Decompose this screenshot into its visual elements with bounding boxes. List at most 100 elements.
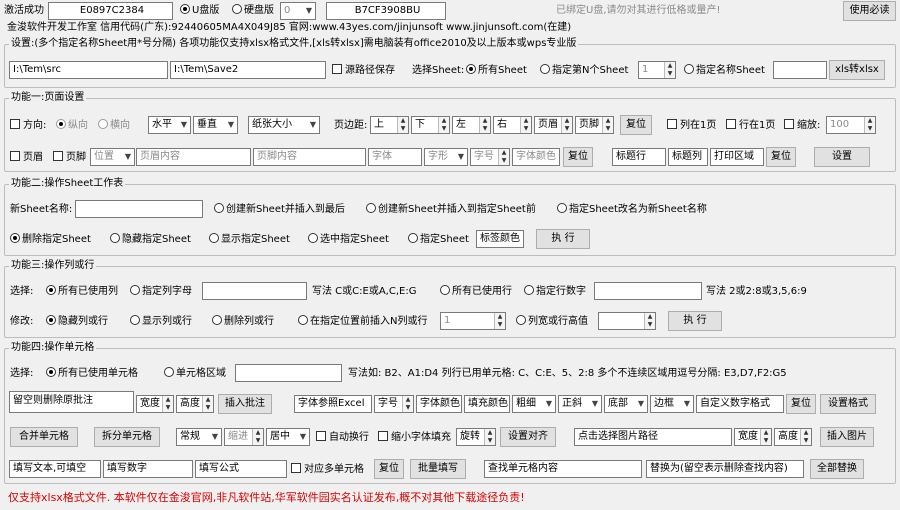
row-col-execute-button[interactable]: 执 行 [668,311,722,331]
size-rc-radio[interactable]: 列宽或行高值 [516,315,588,329]
insert-count-spinner[interactable]: 1 ▲ ▼ [440,312,506,330]
title-row-input[interactable]: 标题行 [612,148,666,166]
cols-one-page-checkbox[interactable]: 列在1页 [667,119,716,133]
fill-color-box[interactable]: 填充颜色 [464,395,510,413]
new-sheet-name-input[interactable] [75,200,203,218]
cols-input[interactable] [202,282,307,300]
size-value-spinner[interactable]: ▲ ▼ [598,312,656,330]
cell-range-radio[interactable]: 单元格区域 [164,367,226,381]
show-sheet-radio[interactable]: 显示指定Sheet [209,233,290,247]
fill-formula-input[interactable]: 填写公式 [195,460,287,478]
tab-color-box[interactable]: 标签颜色 [476,230,524,248]
image-height-spinner[interactable]: 高度 ▲ ▼ [774,428,812,446]
used-rows-radio[interactable]: 所有已使用行 [440,285,512,299]
image-path-input[interactable]: 点击选择图片路径 [574,428,732,446]
xls-to-xlsx-button[interactable]: xls转xlsx [829,60,885,80]
insert-comment-button[interactable]: 插入批注 [218,394,272,414]
print-area-input[interactable]: 打印区域 [710,148,764,166]
zoom-checkbox[interactable]: 缩放: [784,119,820,133]
wrap-text-checkbox[interactable]: 自动换行 [316,431,369,445]
comment-height-spinner[interactable]: 高度 ▲ ▼ [176,395,214,413]
print-reset-button[interactable]: 复位 [766,147,796,167]
set-alignment-button[interactable]: 设置对齐 [500,427,556,447]
replace-all-button[interactable]: 全部替换 [810,459,864,479]
used-cols-radio[interactable]: 所有已使用列 [46,285,118,299]
border-select[interactable]: 边框 ▼ [650,395,694,413]
position-select[interactable]: 位置 ▼ [90,148,135,166]
margin-left-spinner[interactable]: 左 ▲ ▼ [452,116,491,134]
replace-content-input[interactable]: 替换为(留空表示删除查找内容) [646,460,804,478]
margin-header-spinner[interactable]: 页眉 ▲ ▼ [534,116,573,134]
create-last-radio[interactable]: 创建新Sheet并插入到最后 [214,203,345,217]
each-cell-checkbox[interactable]: 对应多单元格 [291,463,364,477]
title-col-input[interactable]: 标题列 [668,148,708,166]
sheet-execute-button[interactable]: 执 行 [536,229,590,249]
hide-rc-radio[interactable]: 隐藏列或行 [46,315,108,329]
insert-rc-radio[interactable]: 在指定位置前插入N列或行 [298,315,427,329]
font-size-spinner[interactable]: 字号 ▲ ▼ [470,148,510,166]
comment-width-spinner[interactable]: 宽度 ▲ ▼ [136,395,174,413]
hdisk-radio[interactable]: 硬盘版 [232,4,274,18]
margin-right-spinner[interactable]: 右 ▲ ▼ [493,116,532,134]
custom-format-input[interactable]: 自定义数字格式 [696,395,784,413]
paper-size-select[interactable]: 纸张大小 ▼ [248,116,320,134]
margin-bottom-spinner[interactable]: 下 ▲ ▼ [411,116,450,134]
nth-sheet-radio[interactable]: 指定第N个Sheet [540,64,628,78]
merge-cells-button[interactable]: 合并单元格 [10,427,78,447]
shrink-fit-checkbox[interactable]: 缩小字体填充 [378,431,451,445]
header-checkbox[interactable]: 页眉 [10,151,43,165]
unmerge-cells-button[interactable]: 拆分单元格 [94,427,160,447]
landscape-radio[interactable]: 横向 [98,119,130,133]
delete-rc-radio[interactable]: 删除列或行 [212,315,274,329]
comment-input[interactable]: 留空则删除原批注 [9,391,134,413]
help-button[interactable]: 使用必读 [843,1,896,21]
set-format-button[interactable]: 设置格式 [820,394,876,414]
fill-reset-button[interactable]: 复位 [374,459,404,479]
cell-font-size-spinner[interactable]: 字号 ▲ ▼ [374,395,414,413]
font-color-box[interactable]: 字体颜色 [512,148,560,166]
margin-top-spinner[interactable]: 上 ▲ ▼ [370,116,409,134]
udisk-radio[interactable]: U盘版 [180,4,219,18]
find-content-input[interactable]: 查找单元格内容 [484,460,642,478]
serial-field-2[interactable]: B7CF3908BU [326,2,446,20]
portrait-radio[interactable]: 纵向 [56,119,88,133]
font-ref-input[interactable]: 字体参照Excel [294,395,372,413]
horizontal-align-select[interactable]: 水平 ▼ [148,116,191,134]
zoom-spinner[interactable]: 100 ▲ ▼ [826,116,876,134]
hdisk-select[interactable]: 0 ▼ [280,2,316,20]
rename-sheet-radio[interactable]: 指定Sheet改名为新Sheet名称 [557,203,707,217]
fill-number-input[interactable]: 填写数字 [103,460,193,478]
font-input[interactable]: 字体 [368,148,422,166]
create-before-radio[interactable]: 创建新Sheet并插入到指定Sheet前 [366,203,536,217]
rotate-spinner[interactable]: 旋转 ▲ ▼ [456,428,496,446]
used-cells-radio[interactable]: 所有已使用单元格 [46,367,138,381]
margin-footer-spinner[interactable]: 页脚 ▲ ▼ [575,116,614,134]
all-sheet-radio[interactable]: 所有Sheet [466,64,527,78]
source-path-input[interactable]: I:\Tem\src [9,61,168,79]
image-width-spinner[interactable]: 宽度 ▲ ▼ [734,428,772,446]
page-setup-apply-button[interactable]: 设置 [814,147,870,167]
format-reset-button[interactable]: 复位 [786,394,816,414]
save-path-input[interactable]: I:\Tem\Save2 [170,61,326,79]
keep-source-checkbox[interactable]: 源路径保存 [332,64,395,78]
fill-text-input[interactable]: 填写文本,可填空 [9,460,101,478]
vertical-position-select[interactable]: 底部 ▼ [604,395,648,413]
nth-sheet-spinner[interactable]: 1 ▲ ▼ [638,61,676,79]
indent-spinner[interactable]: 缩进 ▲ ▼ [224,428,264,446]
font-style-select[interactable]: 字形 ▼ [424,148,468,166]
sheet-name-input[interactable] [773,61,827,79]
delete-sheet-radio[interactable]: 删除指定Sheet [10,233,91,247]
h-align-select[interactable]: 常规 ▼ [176,428,222,446]
footer-content-input[interactable]: 页脚内容 [253,148,366,166]
header-content-input[interactable]: 页眉内容 [136,148,251,166]
show-rc-radio[interactable]: 显示列或行 [130,315,192,329]
serial-field-1[interactable]: E0897C2384 [48,2,173,20]
sheet-tab-color-radio[interactable]: 指定Sheet [408,233,469,247]
spec-rows-radio[interactable]: 指定行数字 [524,285,586,299]
hide-sheet-radio[interactable]: 隐藏指定Sheet [110,233,191,247]
header-reset-button[interactable]: 复位 [563,147,593,167]
named-sheet-radio[interactable]: 指定名称Sheet [684,64,765,78]
rows-one-page-checkbox[interactable]: 行在1页 [726,119,775,133]
select-sheet-radio[interactable]: 选中指定Sheet [308,233,389,247]
margin-reset-button[interactable]: 复位 [620,115,652,135]
